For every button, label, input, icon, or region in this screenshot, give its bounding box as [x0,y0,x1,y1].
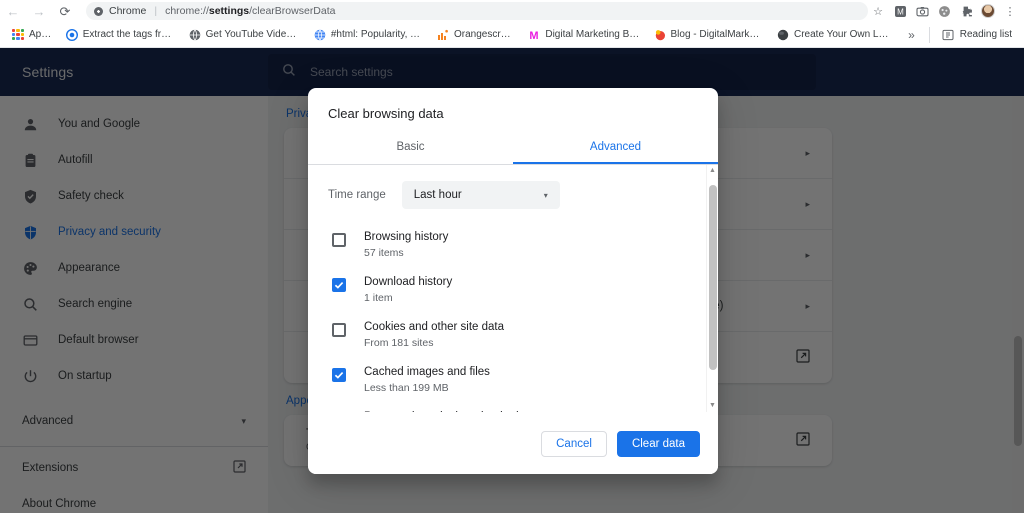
option-cookies-and-other-site-data[interactable]: Cookies and other site data From 181 sit… [308,313,706,358]
option-subtitle: Less than 199 MB [364,381,490,396]
bookmark-item[interactable]: Create Your Own Lo... [771,26,898,44]
dialog-scroll-area: Time range Last hour ▾ Browsing history … [308,165,706,412]
omnibox-site-label: Chrome [109,5,146,17]
bookmark-label: Get YouTube Video... [206,29,300,40]
bookmark-item[interactable]: Get YouTube Video... [183,26,306,44]
dialog-body: Time range Last hour ▾ Browsing history … [308,165,718,412]
bookmark-label: Extract the tags fro... [83,29,175,40]
reading-list-button[interactable]: Reading list [936,26,1018,44]
reading-list-label: Reading list [960,29,1012,40]
option-cached-images-and-files[interactable]: Cached images and files Less than 199 MB [308,358,706,403]
tab-basic[interactable]: Basic [308,131,513,164]
option-subtitle: From 181 sites [364,336,504,351]
option-text: Download history 1 item [364,275,452,306]
forward-button[interactable]: → [26,0,52,22]
bookmark-label: Orangescrum [454,29,514,40]
bookmark-star-icon[interactable]: ☆ [868,1,888,21]
clear-browsing-data-dialog: Clear browsing data Basic Advanced Time … [308,88,718,474]
dialog-tabs: Basic Advanced [308,131,718,165]
omnibox-url: chrome://settings/clearBrowserData [165,5,335,17]
screenshot-extension-icon[interactable] [912,1,932,21]
bookmark-item[interactable]: #html: Popularity, T... [308,26,429,44]
checkbox-browsing-history[interactable] [332,233,346,247]
bookmark-apps-label: Apps [29,29,52,40]
option-subtitle: 1 item [364,291,452,306]
dialog-title: Clear browsing data [308,88,718,131]
bookmark-item[interactable]: M Digital Marketing Bl... [522,26,645,44]
option-title: Download history [364,275,452,290]
option-text: Cookies and other site data From 181 sit… [364,320,504,351]
option-browsing-history[interactable]: Browsing history 57 items [308,223,706,268]
tab-advanced[interactable]: Advanced [513,131,718,164]
data-type-options: Browsing history 57 items Download histo… [308,219,706,412]
omnibox-separator: | [154,5,157,17]
globe-icon [189,29,201,41]
dialog-footer: Cancel Clear data [308,412,718,474]
bookmark-label: Create Your Own Lo... [794,29,892,40]
time-range-value: Last hour [414,189,462,201]
bookmark-item[interactable]: Blog - DigitalMarke... [648,26,770,44]
reload-button[interactable]: ⟳ [52,0,78,22]
option-text: Cached images and files Less than 199 MB [364,365,490,396]
magenta-m-icon: M [528,29,540,41]
reading-list-icon [942,29,954,41]
bookmark-label: Digital Marketing Bl... [545,29,639,40]
browser-window: ← → ⟳ Chrome | chrome://settings/clearBr… [0,0,1024,513]
bookmark-item[interactable]: Extract the tags fro... [60,26,181,44]
checkbox-download-history[interactable] [332,278,346,292]
option-title: Cached images and files [364,365,490,380]
blog-bubble-icon [654,29,666,41]
bookmarks-bar: Apps Extract the tags fro... Get YouTube… [0,22,1024,48]
browser-extension-icon[interactable] [934,1,954,21]
checkbox-cookies[interactable] [332,323,346,337]
option-title: Browsing history [364,230,448,245]
option-subtitle: 57 items [364,246,448,261]
option-title: Passwords and other sign-in data [364,410,535,412]
back-button[interactable]: ← [0,0,26,22]
time-range-label: Time range [328,189,386,201]
time-range-select[interactable]: Last hour ▾ [402,181,560,209]
option-download-history[interactable]: Download history 1 item [308,268,706,313]
toolbar-actions: ☆ M ⋮ [868,1,1024,21]
bookmark-label: Blog - DigitalMarke... [671,29,764,40]
bookmark-apps[interactable]: Apps [6,26,58,44]
bookmarks-divider [929,27,930,43]
svg-text:M: M [530,30,539,41]
profile-avatar[interactable] [978,1,998,21]
apps-grid-icon [12,29,24,41]
site-info-icon[interactable] [94,7,103,16]
svg-text:M: M [897,7,904,16]
option-text: Browsing history 57 items [364,230,448,261]
bookmark-item[interactable]: Orangescrum [431,26,520,44]
target-circle-icon [66,29,78,41]
checkbox-cached-images[interactable] [332,368,346,382]
clear-data-button[interactable]: Clear data [617,431,700,457]
option-passwords-and-other-sign-in-data[interactable]: Passwords and other sign-in data None [308,403,706,412]
cancel-button[interactable]: Cancel [541,431,607,457]
chrome-menu-icon[interactable]: ⋮ [1000,1,1020,21]
address-bar[interactable]: Chrome | chrome://settings/clearBrowserD… [86,2,868,20]
option-text: Passwords and other sign-in data None [364,410,535,412]
dialog-scrollbar-thumb[interactable] [709,185,717,370]
dialog-scrollbar[interactable]: ▲ ▼ [706,165,718,412]
extensions-puzzle-icon[interactable] [956,1,976,21]
dark-sphere-icon [777,29,789,41]
scroll-down-icon[interactable]: ▼ [709,400,716,412]
scroll-up-icon[interactable]: ▲ [709,165,716,177]
option-title: Cookies and other site data [364,320,504,335]
bookmark-label: #html: Popularity, T... [331,29,423,40]
dialog-scrollbar-track[interactable] [707,177,719,400]
time-range-row: Time range Last hour ▾ [308,181,706,219]
orangescrum-icon [437,29,449,41]
bookmarks-overflow-button[interactable]: » [900,28,923,42]
chevron-down-icon: ▾ [544,191,548,200]
globe-grid-icon [314,29,326,41]
browser-toolbar: ← → ⟳ Chrome | chrome://settings/clearBr… [0,0,1024,22]
mail-extension-icon[interactable]: M [890,1,910,21]
